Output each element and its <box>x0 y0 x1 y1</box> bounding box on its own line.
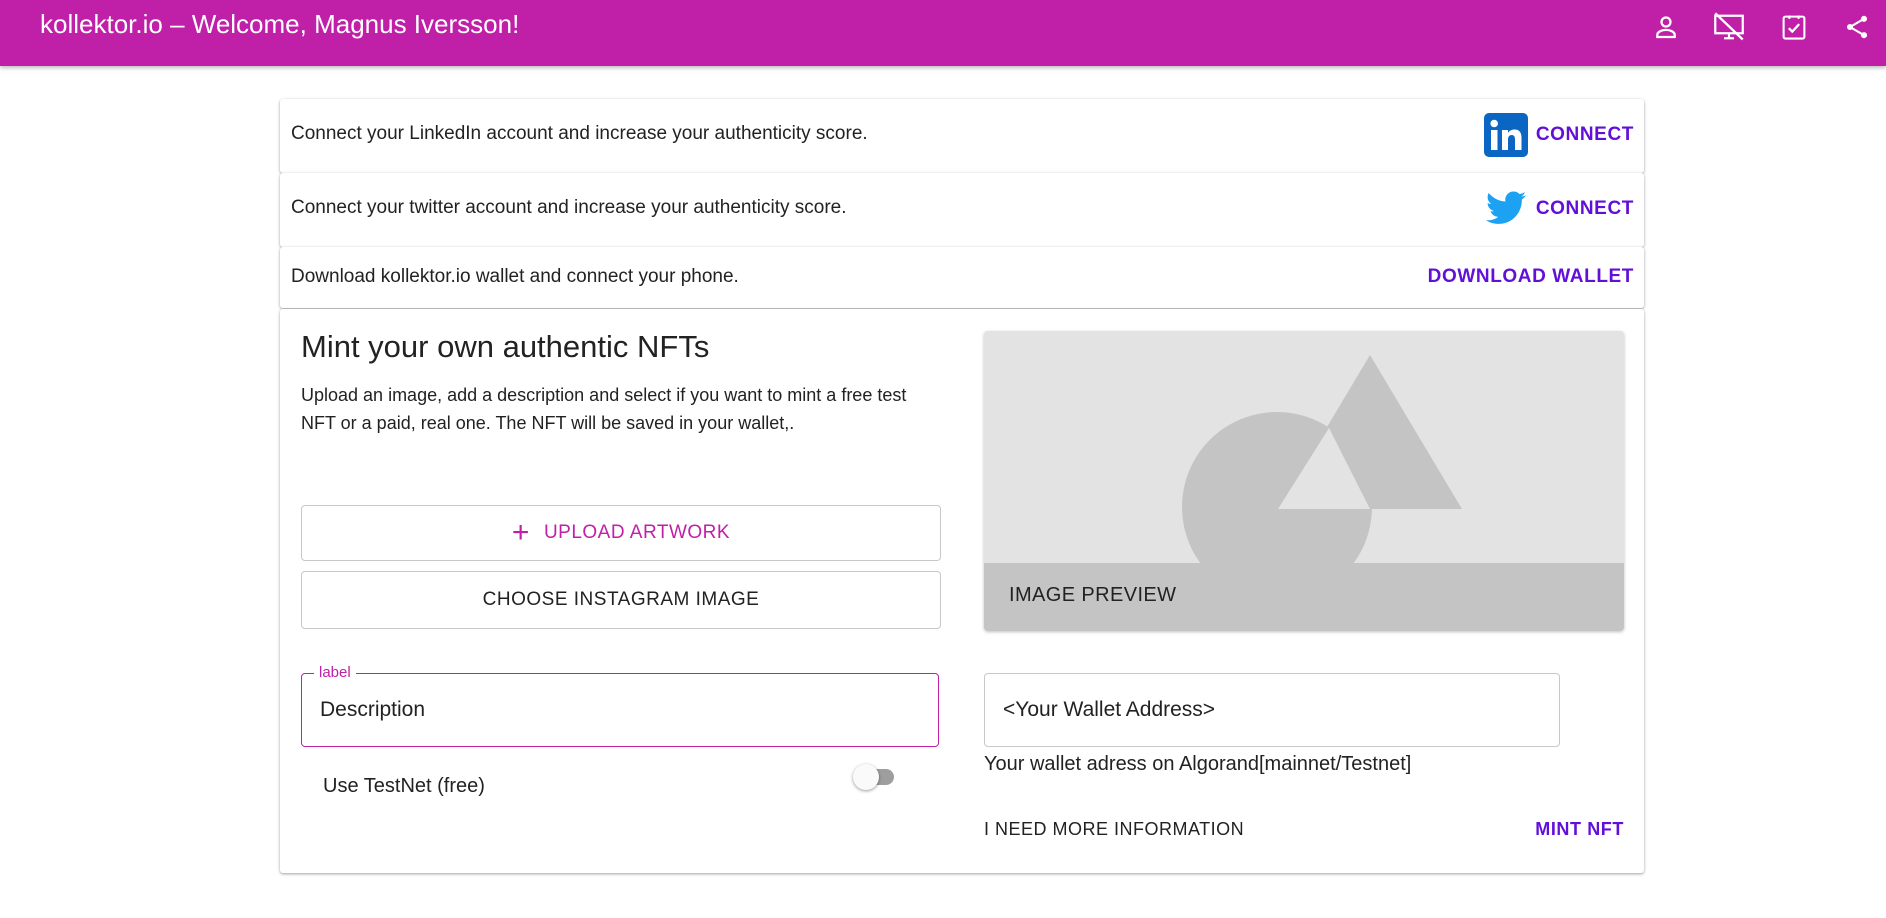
choose-instagram-label: CHOOSE INSTAGRAM IMAGE <box>482 589 760 610</box>
twitter-connect-label: CONNECT <box>1535 198 1634 219</box>
image-preview-caption-bar: IMAGE PREVIEW <box>984 563 1624 631</box>
linkedin-icon <box>1483 113 1528 157</box>
linkedin-connect-button[interactable]: CONNECT <box>1483 113 1634 157</box>
more-info-button[interactable]: I NEED MORE INFORMATION <box>984 819 1244 840</box>
tasks-button[interactable] <box>1777 10 1811 44</box>
share-icon <box>1846 15 1868 39</box>
linkedin-connect-card: Connect your LinkedIn account and increa… <box>280 99 1644 173</box>
choose-instagram-button[interactable]: CHOOSE INSTAGRAM IMAGE <box>301 571 941 629</box>
twitter-connect-text: Connect your twitter account and increas… <box>291 197 847 218</box>
mint-title: Mint your own authentic NFTs <box>301 329 710 364</box>
mint-nft-button[interactable]: MINT NFT <box>1535 819 1624 840</box>
image-preview-label: IMAGE PREVIEW <box>1009 584 1177 606</box>
mint-card: Mint your own authentic NFTs Upload an i… <box>280 309 1644 873</box>
upload-artwork-label: UPLOAD ARTWORK <box>543 522 731 543</box>
account-button[interactable] <box>1649 10 1683 44</box>
wallet-download-card: Download kollektor.io wallet and connect… <box>280 247 1644 308</box>
app-title: kollektor.io – Welcome, Magnus Iversson! <box>40 9 520 39</box>
plus-icon: + <box>511 516 530 549</box>
image-preview: IMAGE PREVIEW <box>984 331 1624 631</box>
description-field-label: label <box>314 664 356 681</box>
description-field-value: Description <box>320 698 426 721</box>
checkbox-icon <box>1782 15 1806 40</box>
linkedin-connect-text: Connect your LinkedIn account and increa… <box>291 123 868 144</box>
testnet-toggle-thumb[interactable] <box>853 764 879 790</box>
desktop-off-icon <box>1714 12 1744 41</box>
twitter-icon <box>1485 191 1526 224</box>
wallet-helper-text: Your wallet adress on Algorand[mainnet/T… <box>984 753 1412 775</box>
wallet-download-text: Download kollektor.io wallet and connect… <box>291 266 739 287</box>
description-field[interactable]: label Description <box>301 664 939 747</box>
wallet-address-value: <Your Wallet Address> <box>1003 698 1216 721</box>
screen-off-button[interactable] <box>1712 10 1746 44</box>
wallet-address-field[interactable]: <Your Wallet Address> <box>984 673 1560 747</box>
mint-description: Upload an image, add a description and s… <box>301 385 907 433</box>
app-bar: kollektor.io – Welcome, Magnus Iversson! <box>0 0 1886 66</box>
upload-artwork-button[interactable]: + UPLOAD ARTWORK <box>301 505 941 561</box>
download-wallet-button[interactable]: DOWNLOAD WALLET <box>1428 266 1634 288</box>
twitter-connect-card: Connect your twitter account and increas… <box>280 173 1644 247</box>
testnet-label: Use TestNet (free) <box>323 775 485 797</box>
twitter-connect-button[interactable]: CONNECT <box>1484 189 1634 229</box>
person-icon <box>1656 16 1676 39</box>
share-button[interactable] <box>1840 10 1874 44</box>
linkedin-connect-label: CONNECT <box>1535 124 1634 145</box>
